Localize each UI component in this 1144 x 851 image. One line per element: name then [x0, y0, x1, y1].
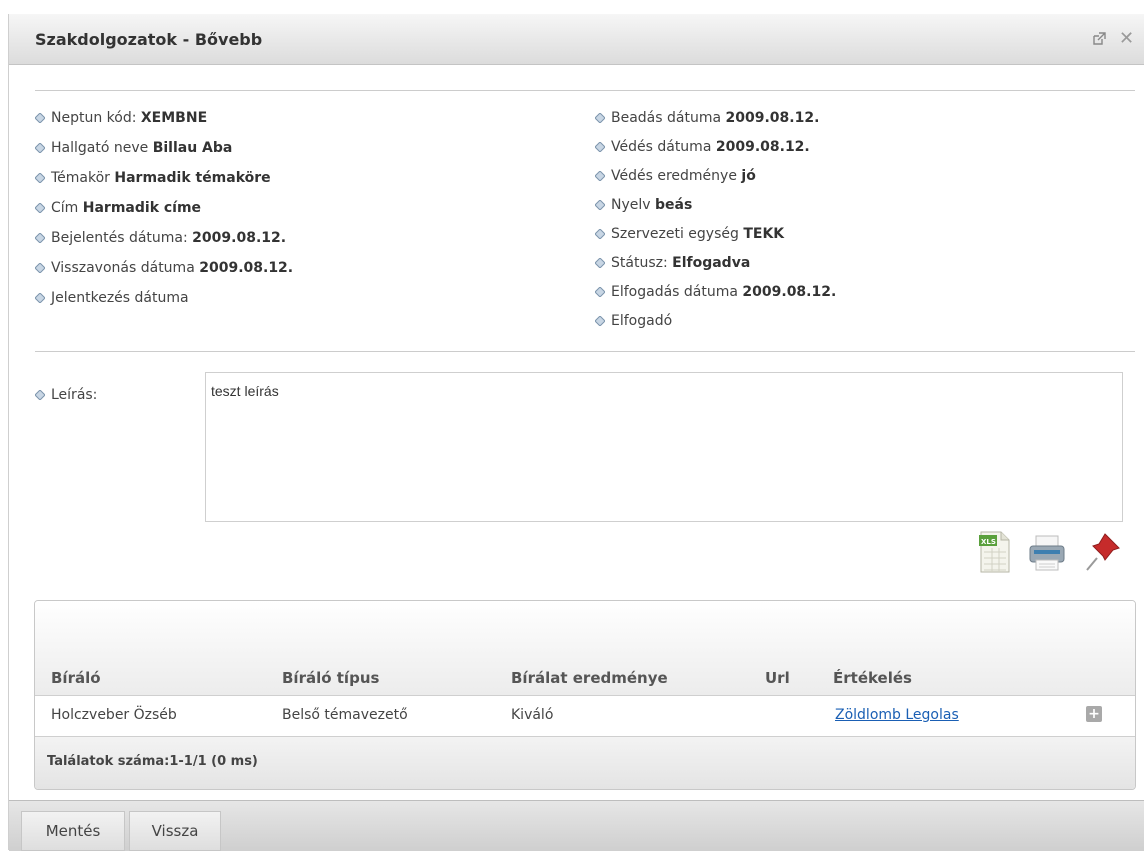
column-header-biralat-eredmenye[interactable]: Bírálat eredménye: [511, 669, 668, 687]
diamond-bullet-icon: [594, 314, 606, 327]
field-label: Beadás dátuma: [611, 110, 722, 126]
field-elfogado: Elfogadó: [594, 313, 673, 329]
field-visszavonas-datuma: Visszavonás dátuma 2009.08.12.: [34, 260, 294, 276]
field-value: 2009.08.12.: [199, 260, 294, 276]
field-cim: Cím Harmadik címe: [34, 200, 202, 216]
diamond-bullet-icon: [34, 261, 46, 274]
close-icon[interactable]: ✕: [1119, 28, 1134, 49]
cell-ertekeles-link[interactable]: Zöldlomb Legolas: [835, 707, 959, 723]
dialog-titlebar: Szakdolgozatok - Bővebb ✕: [9, 14, 1144, 65]
table-header: Bíráló Bíráló típus Bírálat eredménye Ur…: [35, 601, 1135, 696]
field-label: Nyelv: [611, 197, 651, 213]
cell-biralo: Holczveber Özséb: [51, 707, 177, 723]
field-neptun-kod: Neptun kód: XEMBNE: [34, 110, 208, 126]
diamond-bullet-icon: [34, 291, 46, 304]
plus-icon[interactable]: +: [1086, 706, 1102, 722]
field-value: 2009.08.12.: [715, 139, 810, 155]
field-value: 2009.08.12.: [725, 110, 820, 126]
field-hallgato-neve: Hallgató neve Billau Aba: [34, 140, 233, 156]
field-value: TEKK: [743, 226, 785, 242]
field-value: Harmadik címe: [82, 200, 202, 216]
diamond-bullet-icon: [34, 231, 46, 244]
field-label: Védés eredménye: [611, 168, 737, 184]
field-label: Bejelentés dátuma:: [51, 230, 188, 246]
field-label: Témakör: [51, 170, 110, 186]
back-button[interactable]: Vissza: [129, 811, 221, 851]
field-statusz: Státusz: Elfogadva: [594, 255, 751, 271]
xls-export-icon[interactable]: XLS: [975, 530, 1013, 578]
diamond-bullet-icon: [594, 140, 606, 153]
details-dialog: Szakdolgozatok - Bővebb ✕ Neptun kód: XE…: [8, 14, 1144, 851]
description-label-text: Leírás:: [51, 387, 98, 403]
field-jelentkezes-datuma: Jelentkezés dátuma: [34, 290, 189, 306]
save-button[interactable]: Mentés: [21, 811, 125, 851]
column-header-biralo[interactable]: Bíráló: [51, 669, 101, 687]
cell-biralo-tipus: Belső témavezető: [282, 707, 408, 723]
bottom-action-bar: Mentés Vissza: [9, 800, 1144, 851]
diamond-bullet-icon: [34, 388, 46, 401]
field-beadas-datuma: Beadás dátuma 2009.08.12.: [594, 110, 820, 126]
field-label: Elfogadás dátuma: [611, 284, 738, 300]
field-value: jó: [741, 168, 756, 184]
field-value: Billau Aba: [152, 140, 233, 156]
field-elfogadas-datuma: Elfogadás dátuma 2009.08.12.: [594, 284, 837, 300]
diamond-bullet-icon: [594, 111, 606, 124]
field-bejelentes-datuma: Bejelentés dátuma: 2009.08.12.: [34, 230, 287, 246]
table-footer: Találatok száma:1-1/1 (0 ms): [35, 737, 1135, 789]
field-label: Cím: [51, 200, 79, 216]
diamond-bullet-icon: [594, 227, 606, 240]
divider: [35, 351, 1135, 352]
printer-icon[interactable]: [1027, 530, 1067, 578]
column-header-ertekeles[interactable]: Értékelés: [833, 669, 912, 687]
field-nyelv: Nyelv beás: [594, 197, 693, 213]
field-vedes-eredmenye: Védés eredménye jó: [594, 168, 756, 184]
field-temakor: Témakör Harmadik témaköre: [34, 170, 271, 186]
description-label: Leírás:: [34, 387, 98, 403]
diamond-bullet-icon: [34, 201, 46, 214]
diamond-bullet-icon: [34, 111, 46, 124]
diamond-bullet-icon: [594, 169, 606, 182]
reviewers-table: Bíráló Bíráló típus Bírálat eredménye Ur…: [34, 600, 1136, 790]
field-value: 2009.08.12.: [742, 284, 837, 300]
diamond-bullet-icon: [34, 141, 46, 154]
external-window-icon[interactable]: [1091, 31, 1107, 47]
field-label: Védés dátuma: [611, 139, 712, 155]
field-label: Szervezeti egység: [611, 226, 739, 242]
diamond-bullet-icon: [594, 285, 606, 298]
diamond-bullet-icon: [34, 171, 46, 184]
field-szervezeti-egyseg: Szervezeti egység TEKK: [594, 226, 785, 242]
dialog-title: Szakdolgozatok - Bővebb: [35, 30, 263, 49]
field-value: Elfogadva: [672, 255, 751, 271]
description-value: teszt leírás: [211, 383, 279, 399]
cell-biralat-eredmenye: Kiváló: [511, 707, 554, 723]
description-textarea[interactable]: teszt leírás: [205, 372, 1123, 522]
result-count: Találatok száma:1-1/1 (0 ms): [47, 754, 258, 769]
diamond-bullet-icon: [594, 198, 606, 211]
field-value: 2009.08.12.: [192, 230, 287, 246]
field-value: beás: [655, 197, 693, 213]
column-header-biralo-tipus[interactable]: Bíráló típus: [282, 669, 379, 687]
column-header-url[interactable]: Url: [765, 669, 790, 687]
table-row[interactable]: Holczveber Özséb Belső témavezető Kiváló…: [35, 696, 1135, 737]
pushpin-icon[interactable]: [1081, 530, 1123, 578]
field-value: XEMBNE: [140, 110, 208, 126]
field-label: Jelentkezés dátuma: [51, 290, 189, 306]
svg-text:XLS: XLS: [981, 538, 996, 546]
diamond-bullet-icon: [594, 256, 606, 269]
divider: [35, 90, 1135, 91]
field-vedes-datuma: Védés dátuma 2009.08.12.: [594, 139, 810, 155]
field-label: Hallgató neve: [51, 140, 149, 156]
field-label: Neptun kód:: [51, 110, 137, 126]
field-label: Elfogadó: [611, 313, 673, 329]
field-value: Harmadik témaköre: [114, 170, 271, 186]
field-label: Státusz:: [611, 255, 668, 271]
field-label: Visszavonás dátuma: [51, 260, 195, 276]
